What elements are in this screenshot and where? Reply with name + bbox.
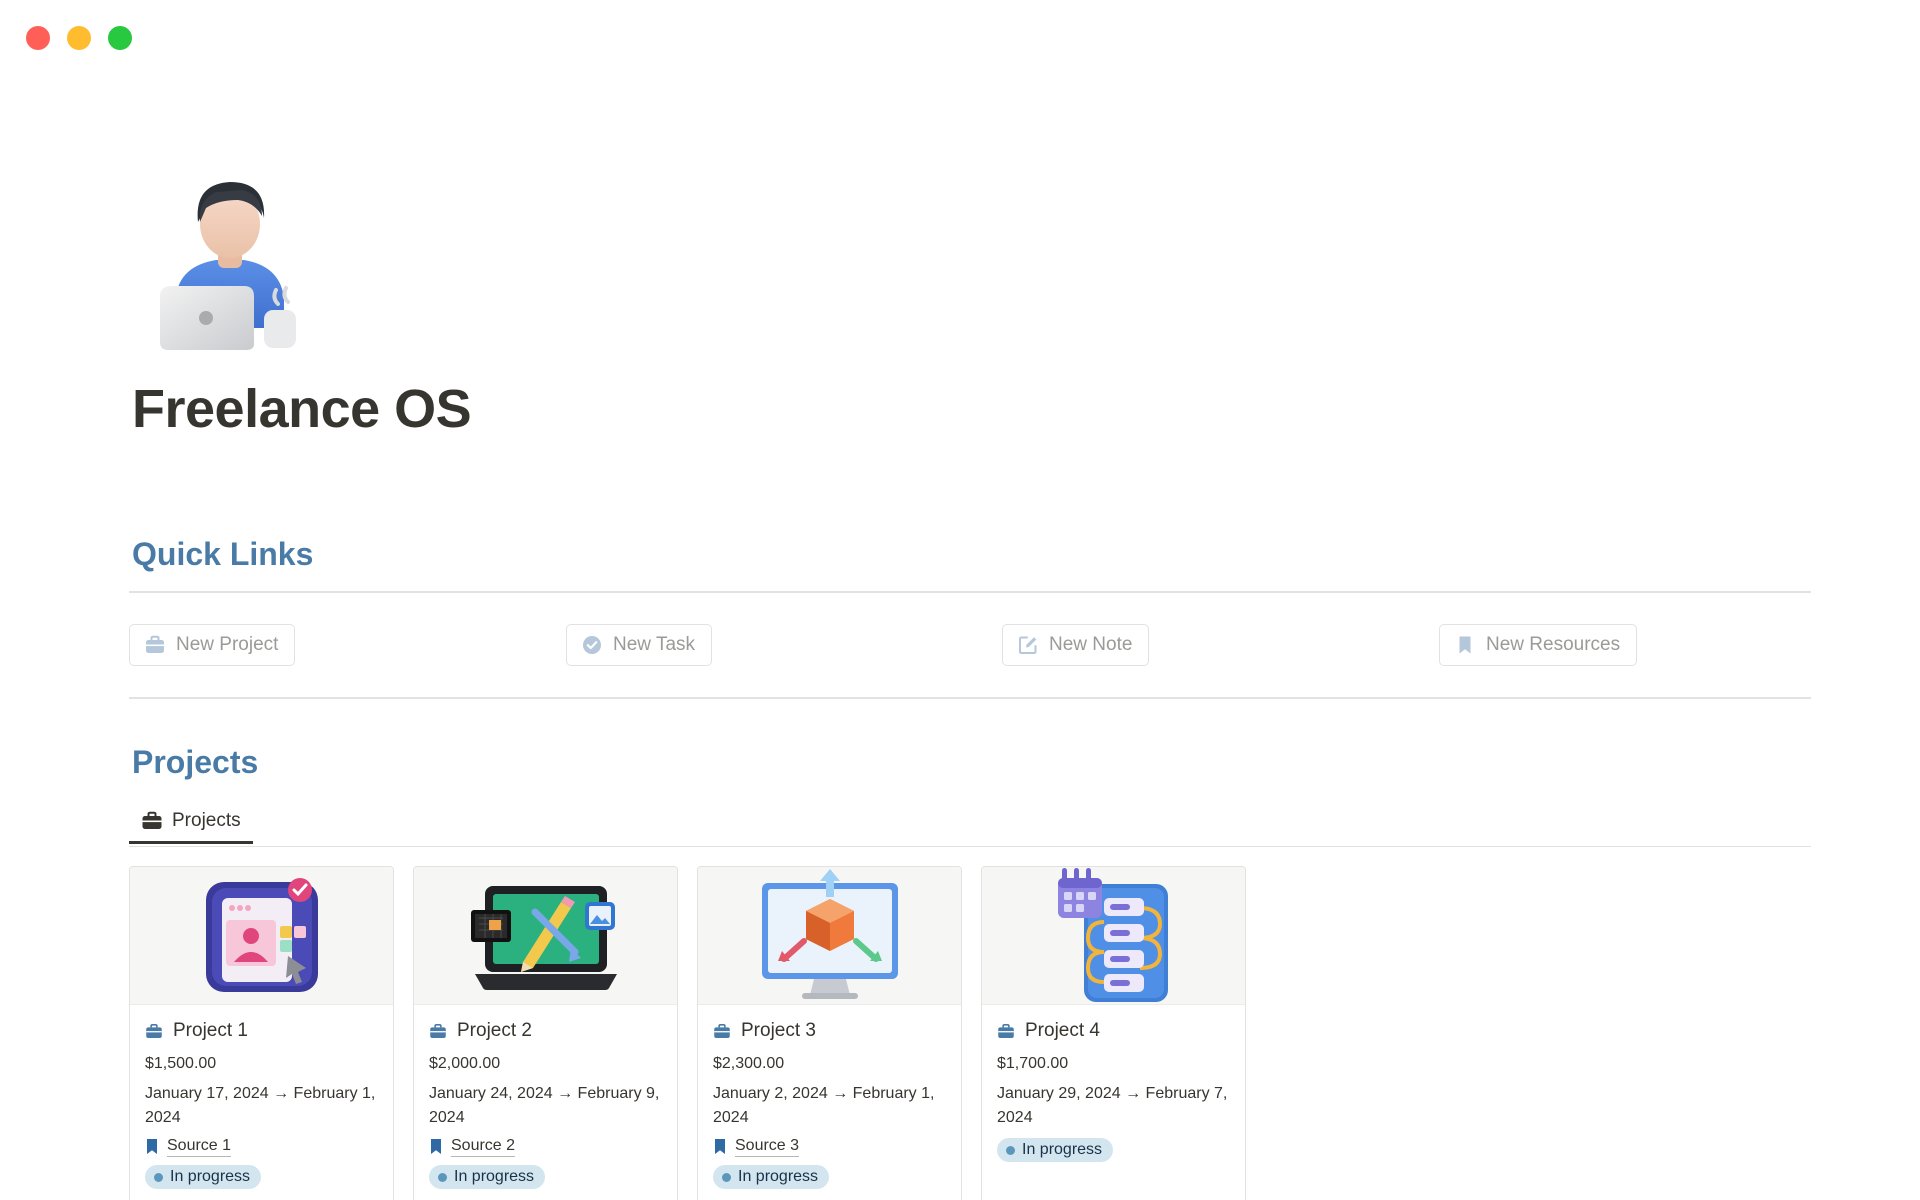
source-link: Source 3 — [735, 1136, 800, 1157]
card-cover — [130, 867, 393, 1005]
source-link: Source 2 — [451, 1136, 516, 1157]
project-budget: $1,700.00 — [997, 1055, 1069, 1072]
new-note-button[interactable]: New Note — [1002, 624, 1150, 666]
maximize-window-button[interactable] — [108, 26, 132, 50]
page-title: Freelance OS — [132, 379, 472, 439]
status-dot — [154, 1172, 163, 1182]
bookmark-icon — [431, 1139, 441, 1154]
status-badge: In progress — [997, 1138, 1114, 1162]
project-name: Project 1 — [173, 1020, 248, 1041]
project-card[interactable]: Project 2 $2,000.00 January 24, 2024 → F… — [413, 866, 678, 1200]
project-card[interactable]: Project 1 $1,500.00 January 17, 2024 → F… — [129, 866, 394, 1200]
briefcase-icon — [142, 811, 162, 829]
project-source[interactable]: Source 1 — [145, 1136, 379, 1157]
quick-links-row: New Project New Task New Note New Resour… — [129, 624, 1811, 670]
project-dates: January 29, 2024 → February 7, 2024 — [997, 1085, 1228, 1126]
design-board-icon — [205, 877, 318, 992]
briefcase-icon — [430, 1023, 446, 1038]
check-circle-icon — [583, 636, 601, 654]
new-resources-button[interactable]: New Resources — [1439, 624, 1638, 666]
status-dot — [722, 1172, 731, 1182]
laptop-design-icon — [470, 885, 617, 990]
status-dot — [1006, 1145, 1015, 1155]
project-card[interactable]: Project 4 $1,700.00 January 29, 2024 → F… — [981, 866, 1246, 1200]
new-project-label: New Project — [176, 634, 279, 655]
project-budget: $2,000.00 — [429, 1055, 501, 1072]
freelancer-avatar-icon — [160, 182, 296, 350]
briefcase-icon — [146, 1023, 162, 1038]
tab-projects[interactable]: Projects — [129, 800, 253, 844]
monitor-3d-box-icon — [761, 868, 898, 999]
project-name: Project 3 — [741, 1020, 816, 1041]
new-note-label: New Note — [1049, 634, 1133, 655]
bookmark-icon — [715, 1139, 725, 1154]
edit-icon — [1019, 636, 1037, 654]
briefcase-icon — [714, 1023, 730, 1038]
project-budget: $1,500.00 — [145, 1055, 217, 1072]
project-dates: January 2, 2024 → February 1, 2024 — [713, 1085, 935, 1126]
projects-heading: Projects — [132, 744, 259, 780]
bookmark-icon — [1459, 636, 1471, 654]
bookmark-icon — [147, 1139, 157, 1154]
window-controls — [26, 26, 132, 50]
project-dates: January 24, 2024 → February 9, 2024 — [429, 1085, 660, 1126]
card-cover — [982, 867, 1245, 1005]
new-task-button[interactable]: New Task — [566, 624, 713, 666]
status-badge: In progress — [145, 1165, 262, 1189]
minimize-window-button[interactable] — [67, 26, 91, 50]
briefcase-icon — [146, 635, 164, 653]
project-budget: $2,300.00 — [713, 1055, 785, 1072]
database-view-tabs: Projects — [129, 800, 1811, 847]
new-task-label: New Task — [613, 634, 696, 655]
project-name: Project 2 — [457, 1020, 532, 1041]
projects-gallery: Project 1 $1,500.00 January 17, 2024 → F… — [129, 866, 1811, 1200]
divider — [129, 697, 1811, 699]
status-badge: In progress — [713, 1165, 830, 1189]
project-card[interactable]: Project 3 $2,300.00 January 2, 2024 → Fe… — [697, 866, 962, 1200]
status-label: In progress — [738, 1168, 819, 1185]
source-link: Source 1 — [167, 1136, 232, 1157]
new-resources-label: New Resources — [1486, 634, 1621, 655]
project-dates: January 17, 2024 → February 1, 2024 — [145, 1085, 376, 1126]
status-badge: In progress — [429, 1165, 546, 1189]
status-dot — [438, 1172, 447, 1182]
divider — [129, 591, 1811, 593]
status-label: In progress — [1022, 1141, 1103, 1158]
project-name: Project 4 — [1025, 1020, 1100, 1041]
briefcase-icon — [998, 1023, 1014, 1038]
card-cover — [698, 867, 961, 1005]
tab-projects-label: Projects — [172, 809, 241, 831]
project-source[interactable]: Source 2 — [429, 1136, 663, 1157]
new-project-button[interactable]: New Project — [129, 624, 296, 666]
project-source[interactable]: Source 3 — [713, 1136, 947, 1157]
workflow-calendar-icon — [1057, 867, 1168, 1002]
status-label: In progress — [170, 1168, 251, 1185]
quick-links-heading: Quick Links — [132, 536, 314, 572]
status-label: In progress — [454, 1168, 535, 1185]
close-window-button[interactable] — [26, 26, 50, 50]
card-cover — [414, 867, 677, 1005]
